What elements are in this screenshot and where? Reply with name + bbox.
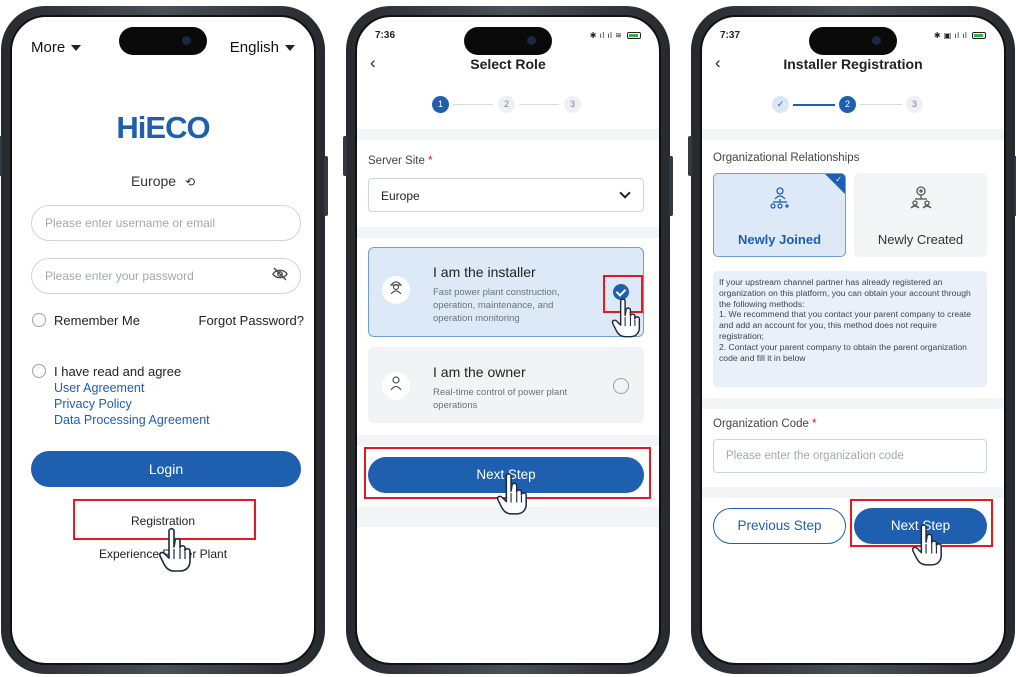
- caret-down-icon: [285, 45, 295, 52]
- divider: [702, 487, 1004, 498]
- privacy-policy-link[interactable]: Privacy Policy: [54, 397, 132, 411]
- org-create-icon: [855, 185, 986, 215]
- more-label: More: [31, 39, 66, 56]
- required-mark: *: [812, 418, 817, 430]
- note-line: 2. Contact your parent company to obtain…: [719, 341, 967, 363]
- page-title: Installer Registration: [783, 56, 923, 72]
- caret-down-icon: [71, 45, 82, 52]
- data-processing-link[interactable]: Data Processing Agreement: [54, 413, 210, 427]
- step-2: 2: [498, 96, 515, 113]
- divider: [357, 435, 659, 446]
- dynamic-island: [464, 27, 552, 55]
- dynamic-island: [119, 27, 207, 55]
- side-button: [688, 136, 692, 176]
- person-icon: [382, 372, 410, 400]
- check-icon: ✓: [835, 175, 842, 184]
- agree-radio[interactable]: [32, 364, 46, 378]
- step-2: 2: [839, 96, 856, 113]
- region-switch[interactable]: Europe ⟲: [12, 173, 314, 189]
- page-title: Select Role: [470, 56, 546, 72]
- org-option-label: Newly Joined: [737, 232, 822, 247]
- previous-step-button[interactable]: Previous Step: [713, 508, 846, 544]
- language-label: English: [229, 39, 279, 56]
- status-icons: ✱ ıl ıl ≋: [590, 31, 641, 40]
- role-card-installer[interactable]: I am the installer Fast power plant cons…: [368, 247, 644, 337]
- step-3: 3: [564, 96, 581, 113]
- step-connector: [453, 104, 493, 105]
- server-site-select[interactable]: Europe: [368, 178, 644, 212]
- phone-installer-registration: 7:37 ✱ ▣ ıl ıl ‹ Installer Registration …: [688, 6, 1016, 674]
- phone-login: More English HiECO Europe ⟲ Please enter…: [0, 6, 328, 674]
- step-1: 1: [432, 96, 449, 113]
- hand-cursor-icon: [496, 473, 527, 515]
- step-3: 3: [906, 96, 923, 113]
- battery-icon: [627, 32, 641, 40]
- forgot-password-link[interactable]: Forgot Password?: [199, 313, 305, 328]
- eye-off-icon[interactable]: [272, 266, 288, 285]
- status-time: 7:36: [375, 30, 396, 41]
- app-logo: HiECO: [116, 110, 210, 145]
- step-connector: [519, 104, 559, 105]
- refresh-icon: ⟲: [184, 175, 196, 189]
- side-button: [343, 136, 347, 176]
- password-input[interactable]: Please enter your password: [31, 258, 301, 294]
- agree-label: I have read and agree: [54, 364, 182, 379]
- region-label: Europe: [130, 173, 177, 189]
- divider: [357, 227, 659, 238]
- server-site-value: Europe: [381, 189, 420, 203]
- org-relationships-label: Organizational Relationships: [713, 152, 860, 164]
- chevron-down-icon: [619, 187, 631, 199]
- divider: [702, 129, 1004, 140]
- side-button: [669, 156, 673, 216]
- user-agreement-link[interactable]: User Agreement: [54, 381, 144, 395]
- role-title: I am the owner: [433, 364, 526, 380]
- phone-select-role: 7:36 ✱ ıl ıl ≋ ‹ Select Role 1 2 3 Serve…: [343, 6, 673, 674]
- info-note: If your upstream channel partner has alr…: [713, 271, 987, 387]
- role-description: Fast power plant construction, operation…: [433, 287, 560, 324]
- org-option-newly-joined[interactable]: Newly Joined ✓: [713, 173, 846, 257]
- divider: [357, 129, 659, 140]
- note-line: 1. We recommend that you contact your pa…: [719, 309, 972, 341]
- org-code-input[interactable]: Please enter the organization code: [713, 439, 987, 473]
- radio-circle-icon[interactable]: [613, 378, 629, 394]
- side-button: [0, 136, 2, 176]
- worker-icon: [382, 276, 410, 304]
- registration-link[interactable]: Registration: [12, 514, 314, 528]
- status-icons: ✱ ▣ ıl ıl: [934, 31, 986, 40]
- side-button: [324, 156, 328, 216]
- more-dropdown[interactable]: More: [31, 39, 82, 56]
- org-code-label: Organization Code *: [713, 418, 817, 430]
- dynamic-island: [809, 27, 897, 55]
- step-1: ✓: [772, 96, 789, 113]
- step-connector: [793, 104, 835, 106]
- server-site-text: Server Site: [368, 155, 425, 167]
- org-code-placeholder: Please enter the organization code: [726, 450, 904, 462]
- org-option-newly-created[interactable]: Newly Created: [854, 173, 987, 257]
- battery-icon: [972, 32, 986, 40]
- language-dropdown[interactable]: English: [230, 39, 295, 56]
- role-card-owner[interactable]: I am the owner Real-time control of powe…: [368, 347, 644, 423]
- login-button[interactable]: Login: [31, 451, 301, 487]
- username-placeholder: Please enter username or email: [45, 216, 216, 230]
- remember-label: Remember Me: [54, 313, 140, 328]
- hand-cursor-icon: [611, 298, 641, 338]
- step-connector: [860, 104, 902, 105]
- role-title: I am the installer: [433, 264, 536, 280]
- org-code-text: Organization Code: [713, 418, 809, 430]
- note-line: If your upstream channel partner has alr…: [719, 277, 971, 309]
- username-input[interactable]: Please enter username or email: [31, 205, 301, 241]
- hand-cursor-icon: [911, 524, 942, 566]
- password-placeholder: Please enter your password: [45, 269, 194, 283]
- screen-installer-registration: 7:37 ✱ ▣ ıl ıl ‹ Installer Registration …: [700, 15, 1006, 665]
- hand-cursor-icon: [159, 527, 191, 572]
- server-site-label: Server Site *: [368, 155, 433, 167]
- remember-radio[interactable]: [32, 313, 46, 327]
- required-mark: *: [428, 155, 433, 167]
- org-option-label: Newly Created: [877, 232, 964, 247]
- status-time: 7:37: [720, 30, 741, 41]
- divider: [702, 398, 1004, 409]
- role-description: Real-time control of power plant operati…: [433, 387, 568, 411]
- screen-login: More English HiECO Europe ⟲ Please enter…: [10, 15, 316, 665]
- screen-select-role: 7:36 ✱ ıl ıl ≋ ‹ Select Role 1 2 3 Serve…: [355, 15, 661, 665]
